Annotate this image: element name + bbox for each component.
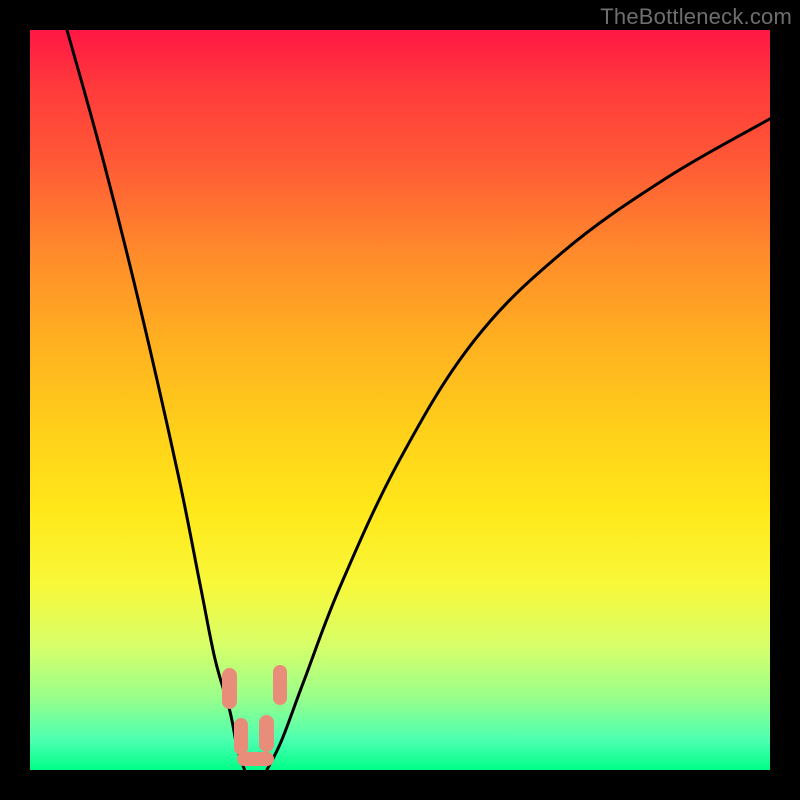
- watermark-text: TheBottleneck.com: [600, 4, 792, 30]
- plot-area: [30, 30, 770, 770]
- left-lower-blob: [234, 718, 249, 755]
- bottom-blob: [237, 752, 274, 767]
- curve-layer: [30, 30, 770, 770]
- right-curve: [267, 119, 770, 770]
- left-upper-blob: [222, 668, 237, 709]
- right-lower-blob: [259, 715, 274, 752]
- right-upper-blob: [273, 665, 288, 706]
- chart-container: TheBottleneck.com: [0, 0, 800, 800]
- left-curve: [67, 30, 245, 770]
